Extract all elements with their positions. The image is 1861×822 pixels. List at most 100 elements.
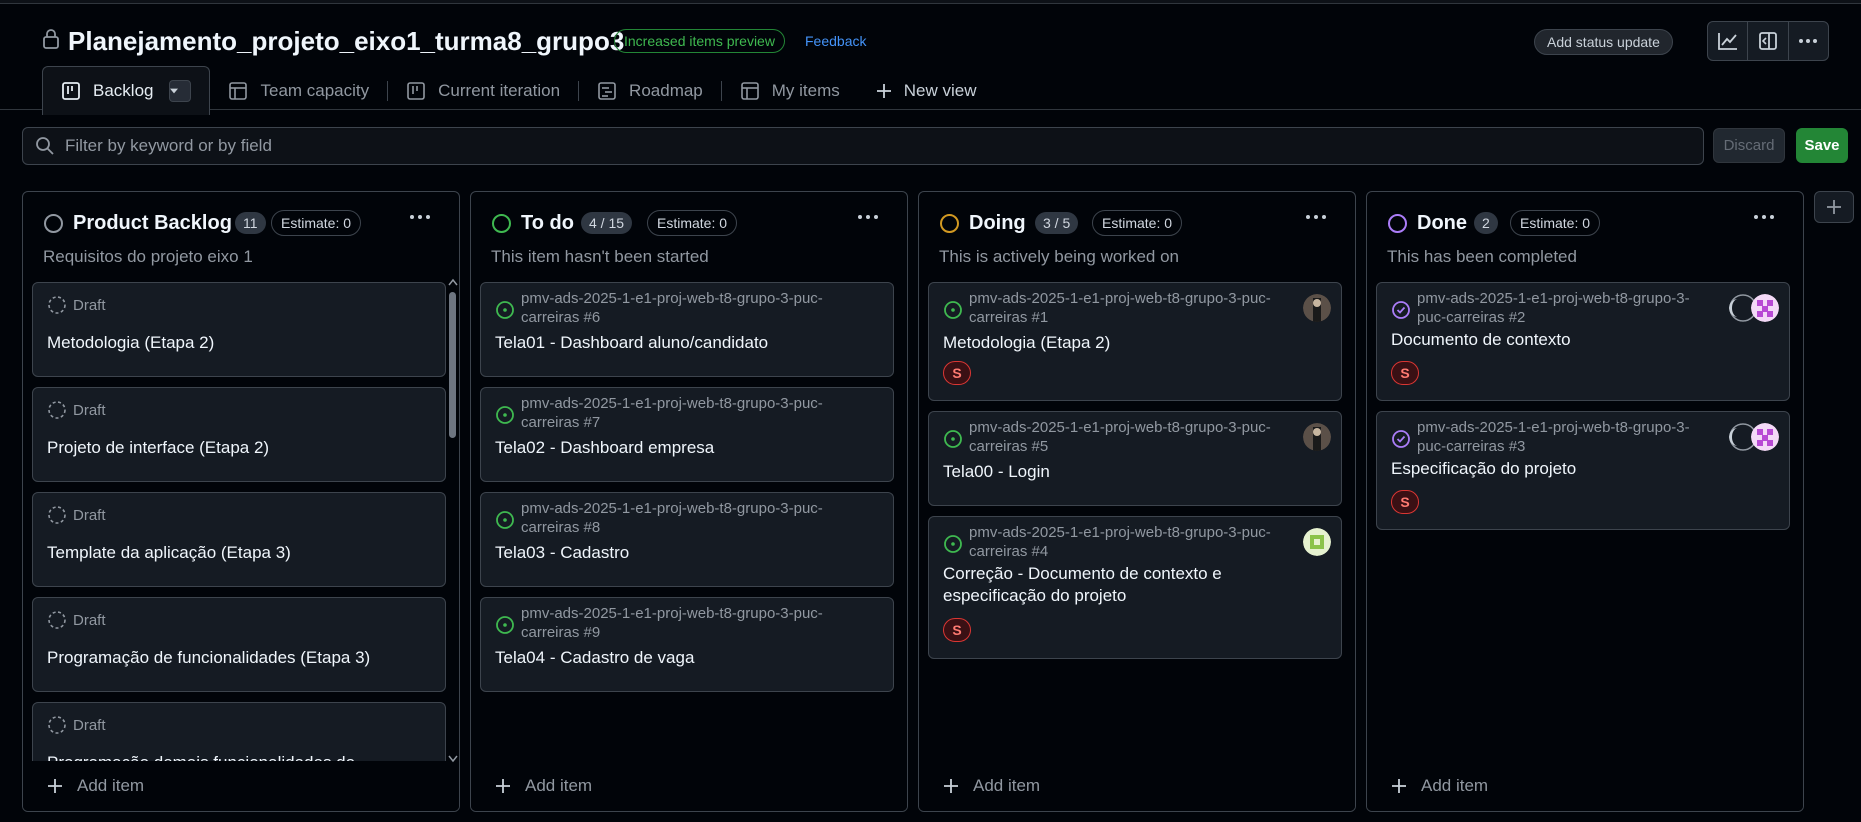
add-item-label: Add item: [973, 776, 1041, 795]
insights-button[interactable]: [1708, 22, 1749, 60]
column-doing: Doing 3 / 5 Estimate: 0 This is actively…: [918, 191, 1356, 812]
tab-roadmap[interactable]: Roadmap: [579, 67, 721, 115]
item-card[interactable]: Draft Programação de funcionalidades (Et…: [32, 597, 446, 692]
size-label[interactable]: S: [943, 618, 971, 642]
plus-icon: [48, 779, 62, 793]
item-card[interactable]: pmv-ads-2025-1-e1-proj-web-t8-grupo-3-pu…: [1376, 411, 1790, 530]
column-header: Done 2 Estimate: 0 This has been complet…: [1367, 192, 1803, 272]
discard-button[interactable]: Discard: [1713, 128, 1785, 163]
tab-label: Current iteration: [438, 80, 561, 100]
draft-icon: [48, 716, 66, 734]
item-card[interactable]: pmv-ads-2025-1-e1-proj-web-t8-grupo-3-pu…: [1376, 282, 1790, 401]
item-card[interactable]: pmv-ads-2025-1-e1-proj-web-t8-grupo-3-pu…: [480, 597, 894, 692]
add-item-label: Add item: [525, 776, 593, 795]
column-menu-icon[interactable]: [409, 214, 431, 220]
assignee-avatar[interactable]: [1303, 423, 1331, 451]
item-card[interactable]: Draft Projeto de interface (Etapa 2): [32, 387, 446, 482]
new-view-button[interactable]: New view: [858, 67, 995, 115]
issue-opened-icon: [944, 430, 962, 448]
search-icon: [36, 137, 54, 155]
add-column-button[interactable]: [1814, 191, 1854, 223]
tab-current-iteration[interactable]: Current iteration: [388, 67, 578, 115]
sidebar-icon: [1759, 32, 1777, 50]
preview-badge[interactable]: Increased items preview: [614, 29, 785, 53]
issue-opened-icon: [944, 535, 962, 553]
draft-icon: [48, 611, 66, 629]
column-estimate: Estimate: 0: [1510, 210, 1601, 236]
item-card[interactable]: pmv-ads-2025-1-e1-proj-web-t8-grupo-3-pu…: [480, 282, 894, 377]
size-label[interactable]: S: [1391, 490, 1419, 514]
save-button[interactable]: Save: [1796, 128, 1848, 163]
card-title[interactable]: Especificação do projeto: [1391, 458, 1771, 480]
card-title[interactable]: Tela00 - Login: [943, 461, 1323, 483]
column-menu-icon[interactable]: [1305, 214, 1327, 220]
item-card[interactable]: pmv-ads-2025-1-e1-proj-web-t8-grupo-3-pu…: [928, 516, 1342, 659]
card-title[interactable]: Programação de funcionalidades (Etapa 3): [47, 647, 427, 669]
size-label[interactable]: S: [943, 361, 971, 385]
issue-opened-icon: [496, 511, 514, 529]
issue-reference: pmv-ads-2025-1-e1-proj-web-t8-grupo-3-pu…: [521, 605, 823, 641]
card-title[interactable]: Documento de contexto: [1391, 329, 1771, 351]
filter-bar: [22, 127, 1704, 165]
card-title[interactable]: Metodologia (Etapa 2): [47, 332, 427, 354]
card-title[interactable]: Template da aplicação (Etapa 3): [47, 542, 427, 564]
assignee-avatar[interactable]: [1303, 294, 1331, 322]
draft-label: Draft: [73, 297, 106, 314]
add-item-button[interactable]: Add item: [1367, 761, 1803, 811]
column-description: Requisitos do projeto eixo 1: [43, 247, 253, 266]
item-card[interactable]: pmv-ads-2025-1-e1-proj-web-t8-grupo-3-pu…: [928, 411, 1342, 506]
filter-input[interactable]: [65, 136, 1665, 156]
side-panel-button[interactable]: [1748, 22, 1789, 60]
draft-label: Draft: [73, 612, 106, 629]
assignee-avatar[interactable]: [1751, 294, 1779, 322]
size-label[interactable]: S: [1391, 361, 1419, 385]
card-title[interactable]: Tela04 - Cadastro de vaga: [495, 647, 875, 669]
add-item-button[interactable]: Add item: [23, 761, 459, 811]
column-menu-icon[interactable]: [857, 214, 879, 220]
card-title[interactable]: Tela02 - Dashboard empresa: [495, 437, 875, 459]
column-header: To do 4 / 15 Estimate: 0 This item hasn'…: [471, 192, 907, 272]
more-options-button[interactable]: [1789, 22, 1828, 60]
item-card[interactable]: pmv-ads-2025-1-e1-proj-web-t8-grupo-3-pu…: [480, 387, 894, 482]
draft-label: Draft: [73, 717, 106, 734]
issue-reference: pmv-ads-2025-1-e1-proj-web-t8-grupo-3-pu…: [521, 290, 823, 326]
tab-label: Team capacity: [260, 80, 370, 100]
tab-backlog[interactable]: Backlog: [42, 66, 211, 115]
plus-icon: [1827, 200, 1841, 214]
card-title[interactable]: Metodologia (Etapa 2): [943, 332, 1323, 354]
card-title[interactable]: Tela03 - Cadastro: [495, 542, 875, 564]
scrollbar-thumb[interactable]: [449, 292, 456, 438]
tab-options-button[interactable]: [169, 80, 192, 102]
issue-opened-icon: [496, 301, 514, 319]
table-icon: [229, 81, 248, 100]
issue-opened-icon: [496, 406, 514, 424]
tab-my-items[interactable]: My items: [722, 67, 858, 115]
card-title[interactable]: Correção - Documento de contexto e espec…: [943, 563, 1243, 607]
assignee-avatar[interactable]: [1751, 423, 1779, 451]
column-menu-icon[interactable]: [1753, 214, 1775, 220]
item-card[interactable]: pmv-ads-2025-1-e1-proj-web-t8-grupo-3-pu…: [480, 492, 894, 587]
assignee-avatar[interactable]: [1303, 528, 1331, 556]
triangle-down-icon: [170, 88, 179, 94]
card-title[interactable]: Projeto de interface (Etapa 2): [47, 437, 427, 459]
status-circle-icon: [1388, 214, 1407, 233]
column-description: This item hasn't been started: [491, 247, 709, 266]
status-circle-icon: [940, 214, 959, 233]
issue-reference: pmv-ads-2025-1-e1-proj-web-t8-grupo-3-pu…: [521, 500, 823, 536]
add-item-button[interactable]: Add item: [919, 761, 1355, 811]
draft-icon: [48, 401, 66, 419]
issue-closed-icon: [1392, 430, 1410, 448]
item-card[interactable]: Draft Metodologia (Etapa 2): [32, 282, 446, 377]
item-card[interactable]: pmv-ads-2025-1-e1-proj-web-t8-grupo-3-pu…: [928, 282, 1342, 401]
header-icon-group: [1707, 21, 1829, 61]
item-card[interactable]: Draft Template da aplicação (Etapa 3): [32, 492, 446, 587]
feedback-link[interactable]: Feedback: [805, 33, 866, 49]
tab-team-capacity[interactable]: Team capacity: [210, 67, 387, 115]
board-icon: [407, 81, 425, 100]
card-title[interactable]: Tela01 - Dashboard aluno/candidato: [495, 332, 875, 354]
add-item-button[interactable]: Add item: [471, 761, 907, 811]
tab-label: New view: [903, 80, 977, 100]
column-title: Done: [1417, 212, 1467, 234]
add-status-update-button[interactable]: Add status update: [1534, 29, 1673, 55]
project-header: Planejamento_projeto_eixo1_turma8_grupo3…: [0, 4, 1861, 115]
